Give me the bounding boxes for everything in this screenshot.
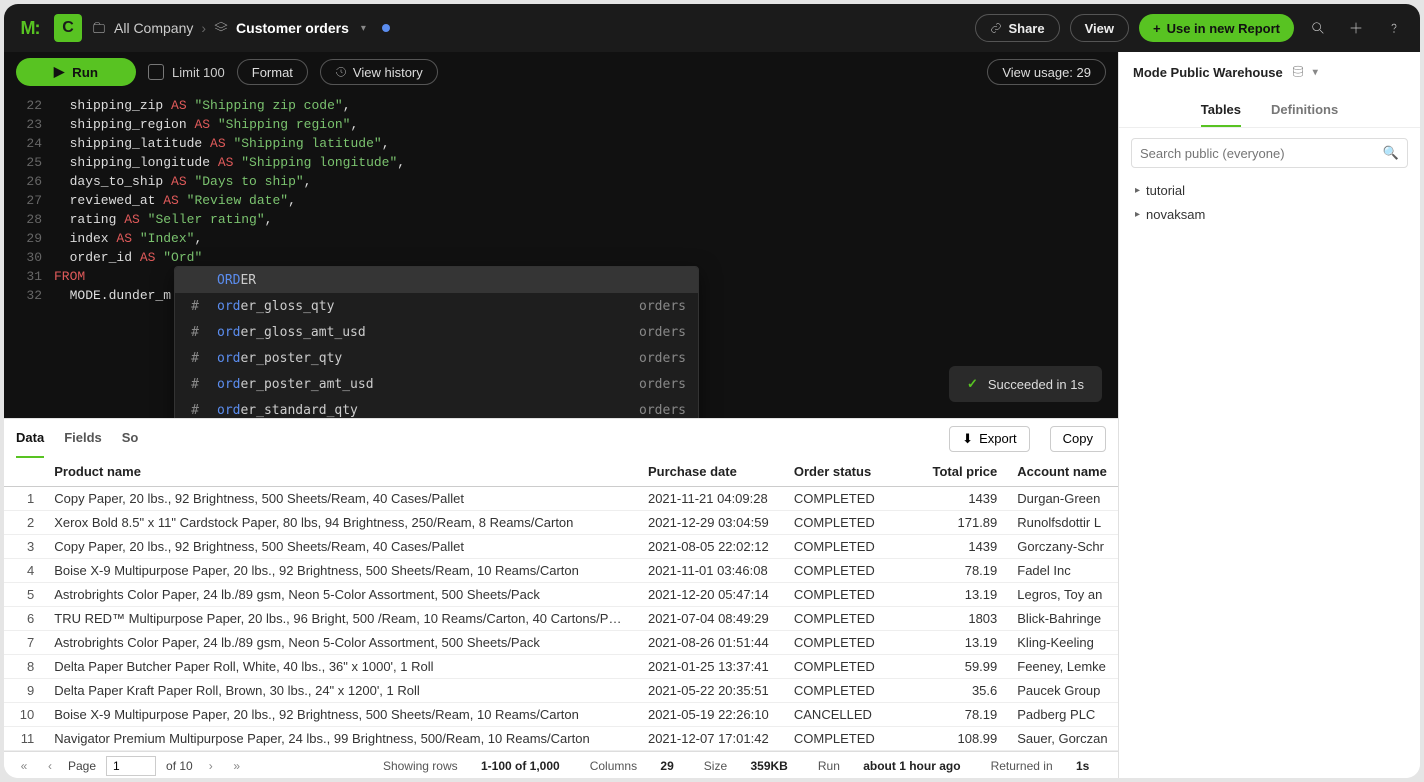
code-line[interactable]: 26 days_to_ship AS "Days to ship",: [4, 172, 1118, 191]
connection-selector[interactable]: Mode Public Warehouse ▾: [1119, 52, 1420, 92]
caret-down-icon[interactable]: ▾: [361, 23, 366, 34]
help-icon[interactable]: [1380, 14, 1408, 42]
column-header-purchase-date[interactable]: Purchase date: [638, 458, 784, 486]
report-title[interactable]: Customer orders: [236, 20, 349, 36]
breadcrumb-workspace[interactable]: All Company: [114, 20, 193, 36]
autocomplete-item[interactable]: #order_gloss_amt_usdorders: [175, 319, 698, 345]
results-grid[interactable]: Product name Purchase date Order status …: [4, 458, 1118, 751]
code-line[interactable]: 29 index AS "Index",: [4, 229, 1118, 248]
hash-icon: #: [187, 403, 203, 418]
table-row[interactable]: 5Astrobrights Color Paper, 24 lb./89 gsm…: [4, 582, 1118, 606]
run-button[interactable]: ▶ Run: [16, 58, 136, 86]
schema-tree-item[interactable]: tutorial: [1135, 178, 1404, 202]
database-icon: [1291, 65, 1305, 79]
caret-down-icon: ▾: [1313, 67, 1318, 78]
autocomplete-item[interactable]: #order_gloss_qtyorders: [175, 293, 698, 319]
table-row[interactable]: 7Astrobrights Color Paper, 24 lb./89 gsm…: [4, 630, 1118, 654]
autocomplete-item[interactable]: ORDER: [175, 267, 698, 293]
table-row[interactable]: 4Boise X-9 Multipurpose Paper, 20 lbs., …: [4, 558, 1118, 582]
autocomplete-item[interactable]: #order_standard_qtyorders: [175, 397, 698, 418]
table-row[interactable]: 3Copy Paper, 20 lbs., 92 Brightness, 500…: [4, 534, 1118, 558]
export-button[interactable]: ⬇ Export: [949, 426, 1029, 452]
hash-icon: #: [187, 299, 203, 314]
panel-tab-tables[interactable]: Tables: [1201, 102, 1241, 127]
pager-bar: « ‹ Page of 10 › » Showing rows 1-100 of…: [4, 751, 1118, 779]
unsaved-indicator-icon: [382, 24, 390, 32]
panel-tab-definitions[interactable]: Definitions: [1271, 102, 1338, 127]
copy-button[interactable]: Copy: [1050, 426, 1106, 452]
pager-last-icon[interactable]: »: [229, 759, 245, 773]
sql-editor[interactable]: 22 shipping_zip AS "Shipping zip code",2…: [4, 92, 1118, 418]
schema-tree-item[interactable]: novaksam: [1135, 202, 1404, 226]
code-line[interactable]: 23 shipping_region AS "Shipping region",: [4, 115, 1118, 134]
schema-search-input[interactable]: [1140, 146, 1383, 161]
autocomplete-popup[interactable]: ORDER#order_gloss_qtyorders#order_gloss_…: [174, 266, 699, 418]
search-icon[interactable]: [1304, 14, 1332, 42]
table-row[interactable]: 2Xerox Bold 8.5" x 11" Cardstock Paper, …: [4, 510, 1118, 534]
table-row[interactable]: 6TRU RED™ Multipurpose Paper, 20 lbs., 9…: [4, 606, 1118, 630]
schema-panel: Mode Public Warehouse ▾ Tables Definitio…: [1118, 52, 1420, 778]
table-row[interactable]: 10Boise X-9 Multipurpose Paper, 20 lbs.,…: [4, 702, 1118, 726]
pager-first-icon[interactable]: «: [16, 759, 32, 773]
column-header-product-name[interactable]: Product name: [44, 458, 638, 486]
column-header-account-name[interactable]: Account name: [1007, 458, 1118, 486]
add-icon[interactable]: [1342, 14, 1370, 42]
share-button[interactable]: Share: [975, 14, 1059, 42]
view-history-button[interactable]: View history: [320, 59, 438, 85]
use-in-new-report-button[interactable]: + Use in new Report: [1139, 14, 1294, 42]
play-icon: ▶: [54, 64, 64, 80]
code-line[interactable]: 25 shipping_longitude AS "Shipping longi…: [4, 153, 1118, 172]
limit-100-label: Limit 100: [172, 65, 225, 80]
folder-icon: [92, 21, 106, 35]
top-bar: M: C All Company › Customer orders ▾ Sha…: [4, 4, 1420, 52]
column-header-total-price[interactable]: Total price: [897, 458, 1008, 486]
tab-data[interactable]: Data: [16, 419, 44, 458]
hash-icon: #: [187, 377, 203, 392]
code-line[interactable]: 30 order_id AS "Ord": [4, 248, 1118, 267]
tab-fields[interactable]: Fields: [64, 419, 102, 458]
tab-source[interactable]: So: [122, 419, 139, 458]
pager-page-input[interactable]: [106, 756, 156, 776]
results-tab-bar: Data Fields So ⬇ Export Copy: [4, 418, 1118, 458]
table-row[interactable]: 9Delta Paper Kraft Paper Roll, Brown, 30…: [4, 678, 1118, 702]
breadcrumb: All Company › Customer orders ▾: [92, 20, 390, 36]
schema-search[interactable]: 🔍: [1131, 138, 1408, 168]
mode-logo-icon[interactable]: M:: [16, 14, 44, 42]
search-icon: 🔍: [1383, 145, 1399, 161]
hash-icon: #: [187, 351, 203, 366]
query-success-toast: ✓ Succeeded in 1s: [949, 366, 1102, 402]
pager-prev-icon[interactable]: ‹: [42, 759, 58, 773]
code-line[interactable]: 24 shipping_latitude AS "Shipping latitu…: [4, 134, 1118, 153]
chevron-right-icon: ›: [201, 20, 206, 36]
column-header-index[interactable]: [4, 458, 44, 486]
code-line[interactable]: 22 shipping_zip AS "Shipping zip code",: [4, 96, 1118, 115]
hash-icon: #: [187, 325, 203, 340]
code-line[interactable]: 28 rating AS "Seller rating",: [4, 210, 1118, 229]
code-line[interactable]: 27 reviewed_at AS "Review date",: [4, 191, 1118, 210]
column-header-order-status[interactable]: Order status: [784, 458, 897, 486]
link-icon: [990, 22, 1002, 34]
plus-icon: +: [1153, 21, 1161, 36]
autocomplete-item[interactable]: #order_poster_amt_usdorders: [175, 371, 698, 397]
download-icon: ⬇: [962, 431, 973, 447]
format-button[interactable]: Format: [237, 59, 308, 85]
pager-next-icon[interactable]: ›: [203, 759, 219, 773]
action-bar: ▶ Run Limit 100 Format View history View…: [4, 52, 1118, 92]
view-usage-button[interactable]: View usage: 29: [987, 59, 1106, 85]
autocomplete-item[interactable]: #order_poster_qtyorders: [175, 345, 698, 371]
history-icon: [335, 66, 347, 78]
collection-logo-icon[interactable]: C: [54, 14, 82, 42]
limit-100-checkbox[interactable]: [148, 64, 164, 80]
check-icon: ✓: [967, 376, 978, 392]
dataset-icon: [214, 21, 228, 35]
table-row[interactable]: 8Delta Paper Butcher Paper Roll, White, …: [4, 654, 1118, 678]
view-button[interactable]: View: [1070, 14, 1129, 42]
table-row[interactable]: 11Navigator Premium Multipurpose Paper, …: [4, 726, 1118, 750]
table-row[interactable]: 1Copy Paper, 20 lbs., 92 Brightness, 500…: [4, 486, 1118, 510]
